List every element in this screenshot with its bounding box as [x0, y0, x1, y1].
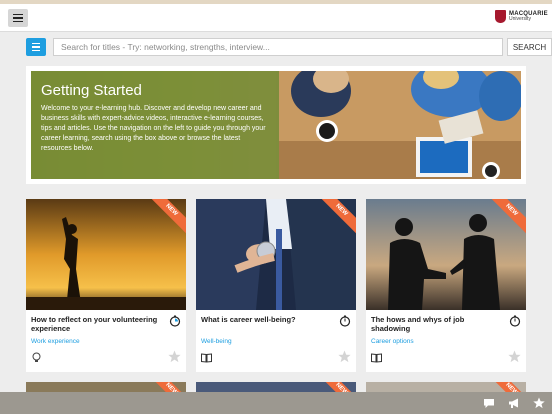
- new-badge: NEW: [315, 382, 356, 392]
- new-badge: NEW: [485, 382, 526, 392]
- book-icon: [201, 353, 212, 363]
- search-input[interactable]: [53, 38, 503, 56]
- card-title: How to reflect on your volunteering expe…: [31, 315, 158, 333]
- bottom-toolbar: [0, 392, 552, 414]
- card-image: NEW: [196, 199, 356, 310]
- resource-card-partial[interactable]: NEW: [196, 382, 356, 392]
- timer-icon: [339, 315, 351, 327]
- crest-icon: [495, 10, 506, 23]
- card-category-link[interactable]: Career options: [371, 338, 414, 345]
- favourite-star-icon[interactable]: [338, 350, 351, 363]
- card-category-link[interactable]: Work experience: [31, 338, 80, 345]
- card-title: What is career well-being?: [201, 315, 296, 324]
- book-icon: [371, 353, 382, 363]
- hamburger-icon: [13, 13, 23, 16]
- header: MACQUARIE University: [0, 4, 552, 32]
- favourites-star-icon[interactable]: [533, 397, 545, 409]
- list-icon: [32, 42, 40, 45]
- resource-card-partial[interactable]: NEW: [366, 382, 526, 392]
- filter-menu-button[interactable]: [26, 38, 46, 56]
- lightbulb-icon: [32, 352, 41, 362]
- card-title: The hows and whys of job shadowing: [371, 315, 465, 333]
- timer-icon: [169, 315, 181, 327]
- logo-sub: University: [509, 16, 531, 22]
- card-image: NEW: [366, 199, 526, 310]
- megaphone-icon[interactable]: [508, 397, 520, 409]
- chat-icon[interactable]: [483, 397, 495, 409]
- resource-card[interactable]: NEW How to reflect on your volunteering …: [26, 199, 186, 372]
- resource-card-partial[interactable]: NEW: [26, 382, 186, 392]
- favourite-star-icon[interactable]: [168, 350, 181, 363]
- hero-text-panel: Getting Started Welcome to your e-learni…: [31, 71, 279, 179]
- search-button[interactable]: SEARCH: [507, 38, 552, 56]
- university-logo[interactable]: MACQUARIE University: [495, 10, 548, 23]
- resource-card[interactable]: NEW The hows and whys of job shadowing C…: [366, 199, 526, 372]
- timer-icon: [509, 315, 521, 327]
- search-bar: SEARCH: [26, 38, 552, 56]
- favourite-star-icon[interactable]: [508, 350, 521, 363]
- menu-button[interactable]: [8, 9, 28, 27]
- hero-description: Welcome to your e-learning hub. Discover…: [41, 105, 266, 152]
- hero-title: Getting Started: [41, 82, 142, 99]
- new-badge: NEW: [145, 382, 186, 392]
- card-image: NEW: [26, 199, 186, 310]
- card-category-link[interactable]: Well-being: [201, 338, 232, 345]
- resource-card[interactable]: NEW What is career well-being? Well-bein…: [196, 199, 356, 372]
- hero-banner: Getting Started Welcome to your e-learni…: [26, 66, 526, 184]
